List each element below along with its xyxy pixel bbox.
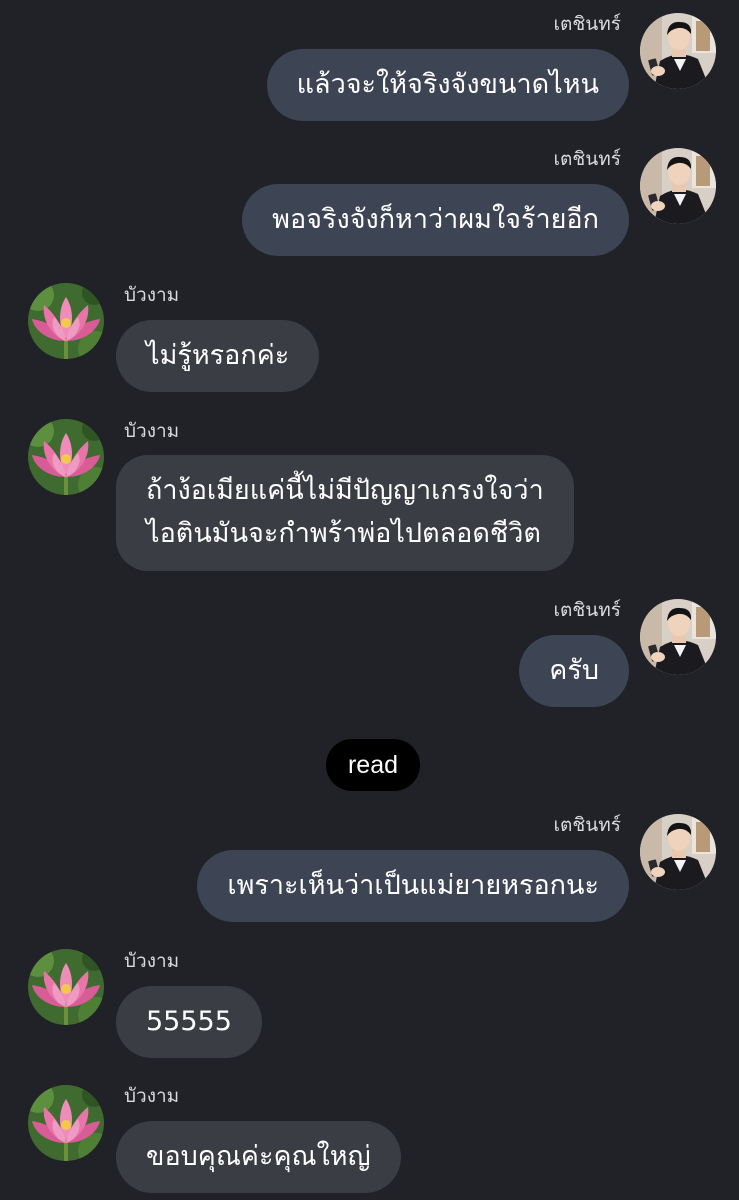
incoming-message-bubble[interactable]: ถ้าง้อเมียแค่นี้ไม่มีปัญญาเกรงใจว่า ไอติ… (116, 455, 574, 571)
message-text-line: ไอตินมันจะกำพร้าพ่อไปตลอดชีวิต (146, 518, 541, 549)
pink-lotus-avatar-icon[interactable] (28, 419, 104, 495)
incoming-message-bubble[interactable]: ขอบคุณค่ะคุณใหญ่ (116, 1121, 401, 1193)
message-text: แล้วจะให้จริงจังขนาดไหน (296, 69, 599, 100)
incoming-message-bubble[interactable]: ไม่รู้หรอกค่ะ (116, 320, 320, 392)
message-text: พอจริงจังก็หาว่าผมใจร้ายอีก (272, 204, 599, 235)
sender-name: เตชินทร์ (553, 599, 621, 621)
outgoing-message-bubble[interactable]: เพราะเห็นว่าเป็นแม่ยายหรอกนะ (197, 850, 629, 922)
sender-name: บัวงาม (124, 1085, 180, 1107)
pink-lotus-avatar-icon[interactable] (28, 949, 104, 1025)
sender-name: บัวงาม (124, 284, 180, 306)
sender-name: บัวงาม (124, 950, 180, 972)
incoming-message-bubble[interactable]: 55555 (116, 986, 262, 1058)
message-text: ไม่รู้หรอกค่ะ (146, 340, 290, 371)
man-in-suit-avatar-icon[interactable] (640, 814, 716, 890)
man-in-suit-avatar-icon[interactable] (640, 13, 716, 89)
man-in-suit-avatar-icon[interactable] (640, 148, 716, 224)
sender-name: บัวงาม (124, 420, 180, 442)
outgoing-message-bubble[interactable]: พอจริงจังก็หาว่าผมใจร้ายอีก (242, 184, 629, 256)
message-text-line: ถ้าง้อเมียแค่นี้ไม่มีปัญญาเกรงใจว่า (146, 475, 544, 506)
sender-name: เตชินทร์ (553, 814, 621, 836)
pink-lotus-avatar-icon[interactable] (28, 1085, 104, 1161)
read-receipt-badge: read (326, 739, 420, 791)
sender-name: เตชินทร์ (553, 13, 621, 35)
sender-name: เตชินทร์ (553, 148, 621, 170)
message-text: ขอบคุณค่ะคุณใหญ่ (146, 1141, 371, 1172)
outgoing-message-bubble[interactable]: ครับ (519, 635, 629, 707)
pink-lotus-avatar-icon[interactable] (28, 283, 104, 359)
message-text: ครับ (549, 655, 599, 686)
message-text: 55555 (146, 1006, 232, 1037)
message-text: เพราะเห็นว่าเป็นแม่ยายหรอกนะ (227, 870, 599, 901)
outgoing-message-bubble[interactable]: แล้วจะให้จริงจังขนาดไหน (266, 49, 629, 121)
man-in-suit-avatar-icon[interactable] (640, 599, 716, 675)
